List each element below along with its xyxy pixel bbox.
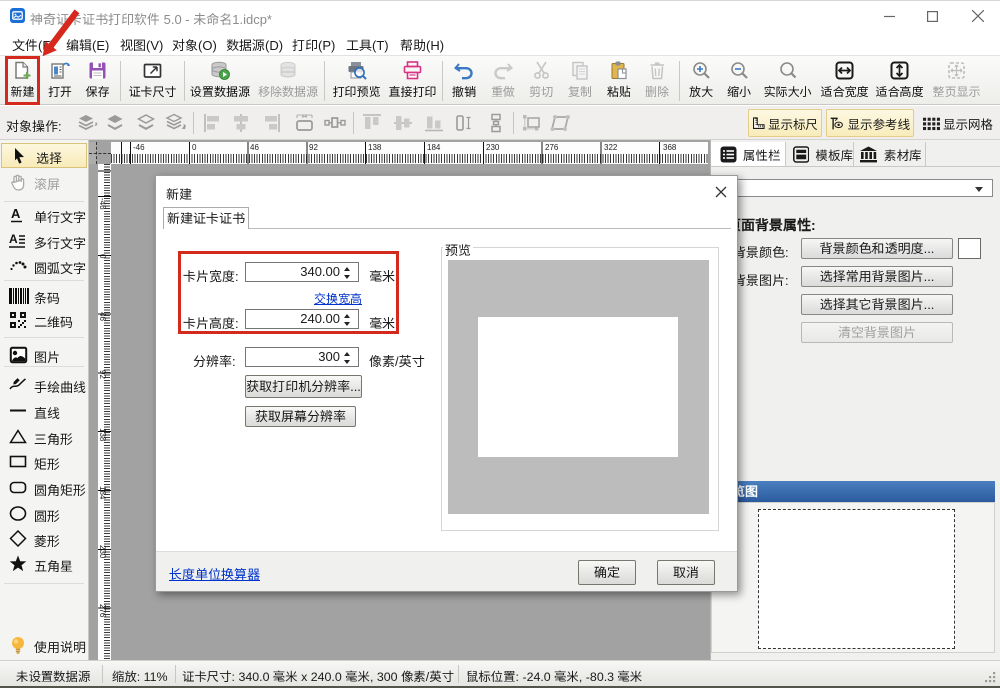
svg-text:A: A: [11, 206, 21, 221]
svg-text:A: A: [9, 232, 18, 246]
